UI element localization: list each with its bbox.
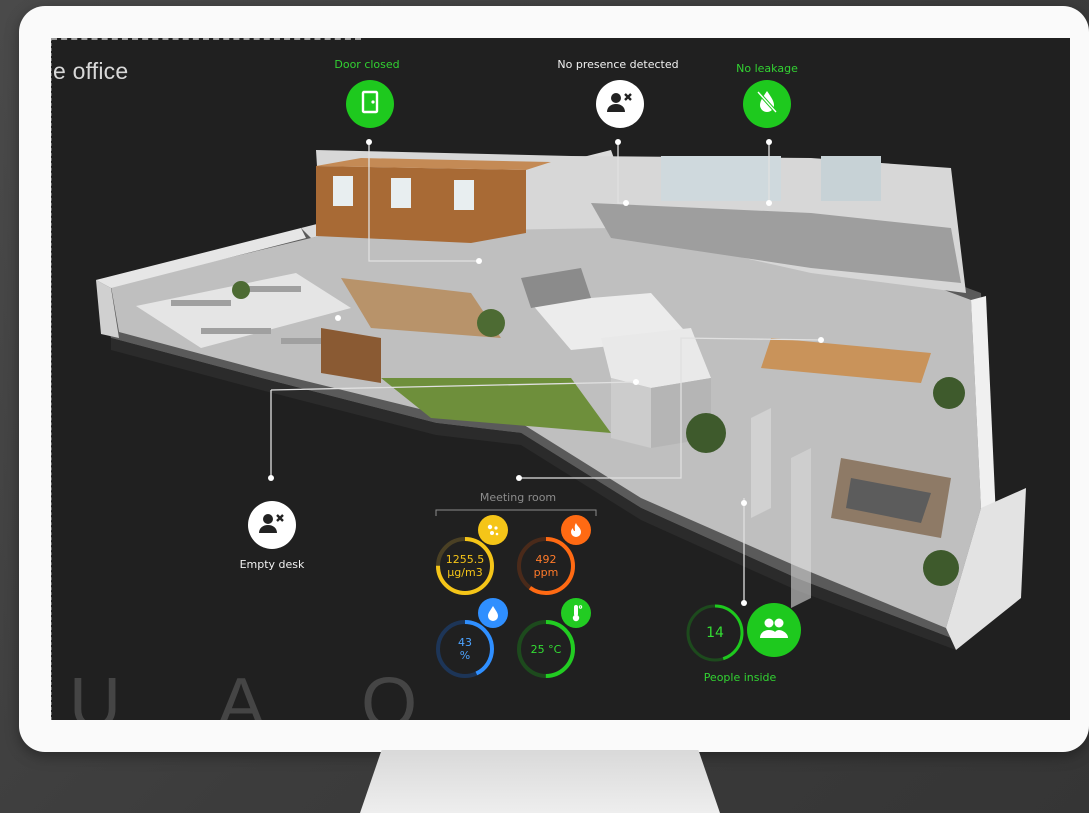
people-icon bbox=[759, 617, 789, 643]
flame-icon bbox=[561, 515, 591, 545]
presence-sensor-button[interactable] bbox=[596, 80, 644, 128]
presence-status-label: No presence detected bbox=[557, 58, 679, 71]
particles-unit: µg/m3 bbox=[447, 566, 483, 579]
thermometer-icon bbox=[561, 598, 591, 628]
co2-unit: ppm bbox=[533, 566, 559, 579]
particles-value: 1255.5 bbox=[445, 553, 485, 566]
desk-sensor-button[interactable] bbox=[248, 501, 296, 549]
dashboard-screen: e office U A O Door closed No presence d… bbox=[51, 38, 1070, 720]
leak-status-label: No leakage bbox=[736, 62, 798, 75]
occupancy-count: 14 bbox=[706, 624, 724, 641]
desk-status-label: Empty desk bbox=[239, 558, 305, 571]
monitor-stand bbox=[360, 750, 720, 813]
temperature-value: 25 °C bbox=[530, 642, 562, 656]
humidity-value: 43 bbox=[458, 636, 472, 649]
door-status-label: Door closed bbox=[334, 58, 400, 71]
water-drop-icon bbox=[478, 598, 508, 628]
co2-gauge[interactable]: 492 ppm bbox=[515, 535, 577, 597]
person-off-icon bbox=[258, 511, 286, 539]
co2-value: 492 bbox=[535, 553, 557, 566]
particles-icon bbox=[478, 515, 508, 545]
occupancy-gauge[interactable]: 14 bbox=[684, 602, 746, 664]
occupancy-button[interactable] bbox=[747, 603, 801, 657]
meeting-room-title: Meeting room bbox=[479, 491, 557, 504]
humidity-gauge[interactable]: 43 % bbox=[434, 618, 496, 680]
person-off-icon bbox=[606, 90, 634, 118]
leak-sensor-button[interactable] bbox=[743, 80, 791, 128]
door-icon bbox=[359, 90, 381, 118]
door-sensor-button[interactable] bbox=[346, 80, 394, 128]
occupancy-label: People inside bbox=[703, 671, 777, 684]
particles-gauge[interactable]: 1255.5 µg/m3 bbox=[434, 535, 496, 597]
temperature-gauge[interactable]: 25 °C bbox=[515, 618, 577, 680]
water-drop-off-icon bbox=[755, 89, 779, 119]
humidity-unit: % bbox=[459, 649, 471, 662]
